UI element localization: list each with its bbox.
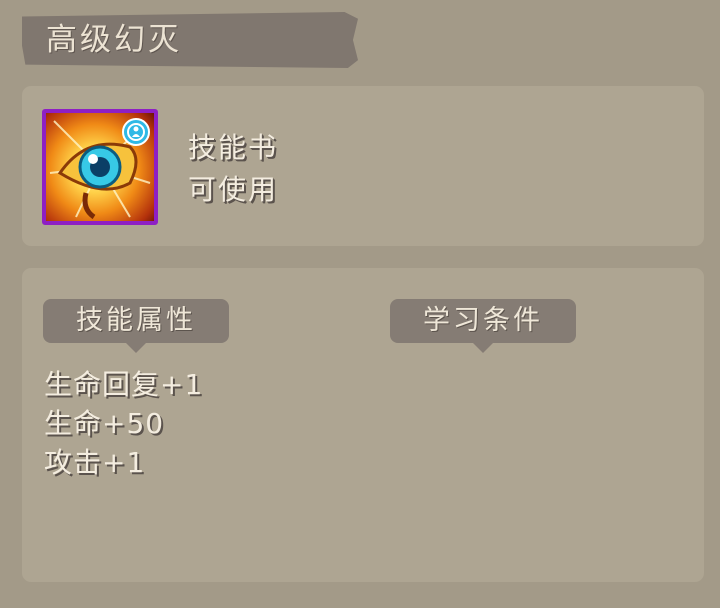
item-name: 高级幻灭 (46, 22, 182, 58)
tab-skill-attributes: 技能属性 (43, 299, 229, 353)
attribute-line: 生命回复+1 (44, 368, 204, 401)
item-type: 技能书 (188, 131, 279, 164)
tab-learning-requirements: 学习条件 (390, 299, 576, 353)
attribute-line: 攻击+1 (44, 446, 146, 479)
attribute-line: 生命+50 (44, 407, 165, 440)
bound-person-badge-icon (122, 118, 150, 146)
item-status: 可使用 (188, 173, 279, 206)
